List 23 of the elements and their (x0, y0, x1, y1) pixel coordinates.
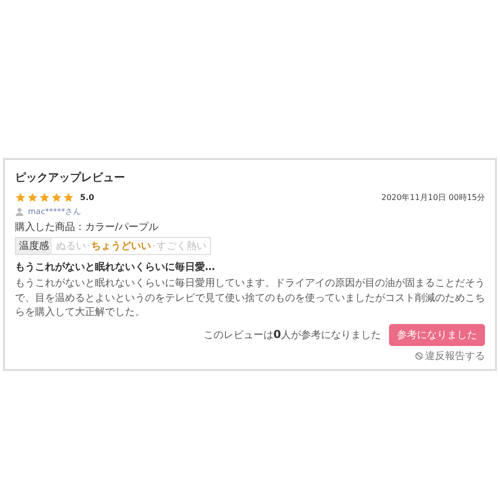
scale-option: ちょうどいい (91, 241, 152, 252)
star-icon (15, 192, 26, 203)
review-date: 2020年11月10日 00時15分 (381, 192, 485, 203)
review-title: もうこれがないと眠れないくらいに毎日愛… (15, 260, 216, 274)
star-icon (27, 192, 38, 203)
prohibited-icon (415, 352, 423, 360)
scale-label: 温度感 (16, 238, 52, 254)
section-title: ピックアップレビュー (15, 170, 126, 185)
star-icon (63, 192, 74, 203)
scale-option: すごく熱い (156, 241, 206, 252)
scale-option: ぬるい (56, 241, 86, 252)
report-link[interactable]: 違反報告する (415, 348, 485, 362)
star-icon (39, 192, 50, 203)
helpful-count-text: このレビューは0人が参考になりました (203, 328, 381, 342)
star-icon (51, 192, 62, 203)
separator-dot: · (87, 241, 90, 252)
reviewer-name[interactable]: mac*****さん (28, 206, 82, 217)
rating-score: 5.0 (80, 193, 94, 202)
review-text: もうこれがないと眠れないくらいに毎日愛用しています。ドライアイの原因が目の油が固まることだそうで、目を温めるとよいというのをテレビで見て使い捨てのものを使っていましたがコスト削減のためこちらを購入して大正解でした。 (15, 277, 485, 320)
helpful-button[interactable]: 参考になりました (389, 324, 485, 346)
separator-dot: · (152, 241, 156, 252)
purchased-item: 購入した商品：カラー/パープル (15, 220, 160, 234)
user-icon (15, 207, 24, 216)
